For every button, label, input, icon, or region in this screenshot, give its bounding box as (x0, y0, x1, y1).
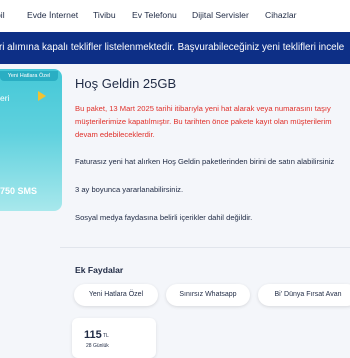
nav-item-evde-internet[interactable]: Evde İnternet (27, 10, 78, 20)
info-banner: ri alımına kapalı teklifler listelenmekt… (0, 32, 350, 64)
package-card[interactable]: Yeni Hatlara Özel eri 750 SMS (0, 69, 62, 211)
chip-bi-dunya-firsat[interactable]: Bi' Dünya Fırsat Avan (258, 284, 350, 306)
section-divider (60, 247, 350, 248)
info-banner-text[interactable]: ri alımına kapalı teklifler listelenmekt… (0, 42, 344, 53)
price-amount: 115 (84, 329, 102, 341)
package-social-note: Sosyal medya faydasına belirli içerikler… (75, 213, 253, 222)
nav-item-ev-telefonu[interactable]: Ev Telefonu (132, 10, 177, 20)
sms-allowance: 750 SMS (0, 186, 38, 196)
nav-item-mobil[interactable]: bil (0, 10, 5, 20)
new-line-tag: Yeni Hatlara Özel (0, 71, 58, 81)
nav-item-dijital-servisler[interactable]: Dijital Servisler (192, 10, 249, 20)
package-title: Hoş Geldin 25GB (75, 76, 177, 91)
package-notice: Bu paket, 13 Mart 2025 tarihi itibarıyla… (75, 102, 350, 141)
nav-item-tivibu[interactable]: Tivibu (93, 10, 116, 20)
package-description: Faturasız yeni hat alırken Hoş Geldin pa… (75, 157, 335, 166)
play-arrow-icon (38, 91, 46, 101)
notice-line: devam edebileceklerdir. (75, 130, 155, 139)
extras-title: Ek Faydalar (75, 265, 124, 275)
chip-sinirsiz-whatsapp[interactable]: Sınırsız Whatsapp (166, 284, 250, 306)
nav-item-cihazlar[interactable]: Cihazlar (265, 10, 297, 20)
package-duration: 3 ay boyunca yararlanabilirsiniz. (75, 185, 184, 194)
notice-line: Bu paket, 13 Mart 2025 tarihi itibarıyla… (75, 104, 331, 113)
price-period: 28 Günlük (86, 343, 109, 349)
notice-line: müşterilerimize kapatılmıştır. Bu tariht… (75, 117, 332, 126)
chip-yeni-hatlara-ozel[interactable]: Yeni Hatlara Özel (74, 284, 158, 306)
top-navigation: bil Evde İnternet Tivibu Ev Telefonu Dij… (0, 0, 350, 33)
price-unit: TL (103, 333, 109, 339)
package-card-label: eri (0, 93, 10, 103)
